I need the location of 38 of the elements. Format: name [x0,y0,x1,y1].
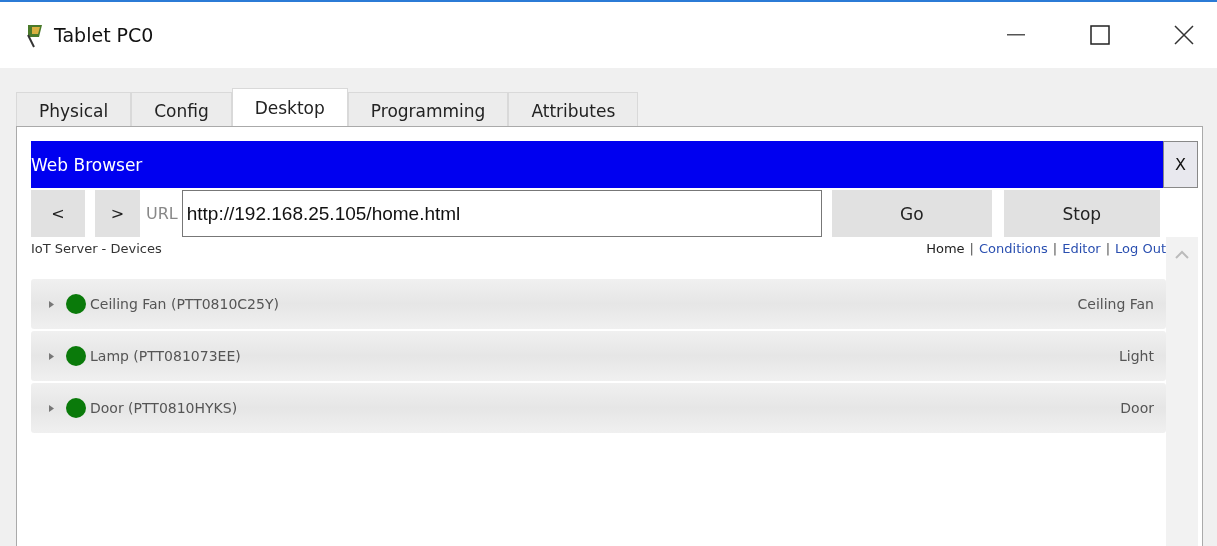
tab[interactable]: Programming [347,92,509,126]
tab[interactable]: Physical [16,92,132,126]
close-icon[interactable] [1174,25,1194,45]
link-separator: | [969,240,974,256]
back-button[interactable]: < [31,190,85,237]
minimize-icon[interactable] [1007,34,1025,36]
device-row[interactable]: Ceiling Fan (PTT0810C25Y) Ceiling Fan [31,279,1166,329]
link-separator: | [1105,240,1111,256]
device-row[interactable]: Lamp (PTT081073EE) Light [31,331,1166,381]
page-heading: IoT Server - Devices [31,240,162,256]
link-separator: | [1052,240,1058,256]
tab[interactable]: Attributes [508,92,639,126]
window-title: Tablet PC0 [54,24,155,46]
device-row[interactable]: Door (PTT0810HYKS) Door [31,383,1166,433]
nav-link[interactable]: Log Out [1115,240,1166,256]
nav-link[interactable]: Editor [1062,240,1101,256]
device-name: Ceiling Fan (PTT0810C25Y) [90,296,280,312]
nav-link[interactable]: Home [926,240,965,256]
maximize-icon[interactable] [1090,25,1110,45]
expand-arrow-icon[interactable] [49,352,54,360]
go-button[interactable]: Go [831,190,992,237]
stop-button[interactable]: Stop [1003,190,1160,237]
expand-arrow-icon[interactable] [49,300,54,308]
device-type: Light [1119,348,1154,364]
browser-title-bar: Web Browser [31,141,1163,188]
tab[interactable]: Desktop [231,88,348,126]
forward-button[interactable]: > [95,190,140,237]
tab[interactable]: Config [131,92,232,126]
url-label: URL [145,203,179,225]
device-name: Door (PTT0810HYKS) [90,400,239,416]
scrollbar[interactable] [1166,237,1198,546]
close-browser-button[interactable]: X [1163,141,1198,188]
nav-link[interactable]: Conditions [979,240,1048,256]
device-name: Lamp (PTT081073EE) [90,348,242,364]
device-type: Ceiling Fan [1077,296,1154,312]
device-type: Door [1120,400,1154,416]
url-field[interactable]: http://192.168.25.105/home.html [181,190,822,237]
expand-arrow-icon[interactable] [49,404,54,412]
